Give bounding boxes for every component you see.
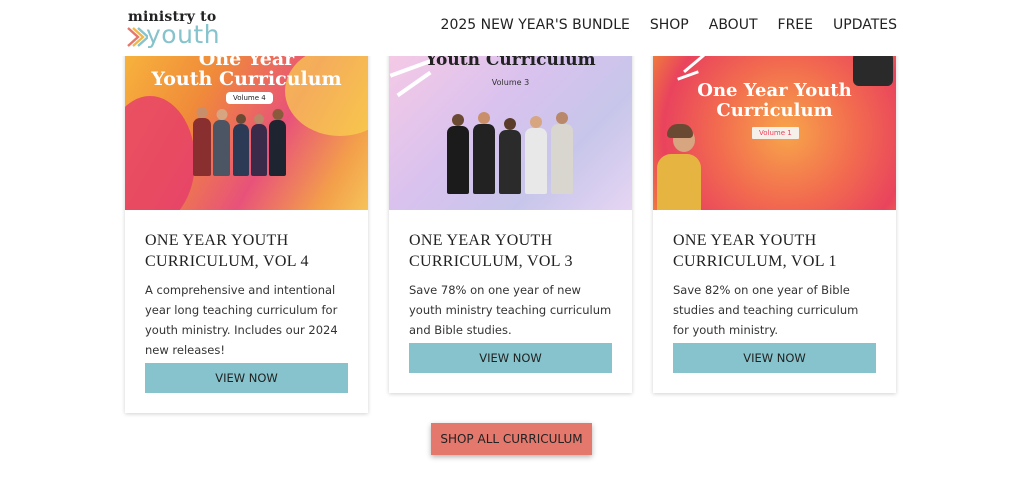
view-now-button[interactable]: VIEW NOW <box>673 343 876 373</box>
product-image-vol4[interactable]: One Year Youth Curriculum Volume 4 <box>125 56 368 210</box>
product-card-vol4: One Year Youth Curriculum Volume 4 ONE Y… <box>125 40 368 413</box>
student-image <box>653 124 713 210</box>
site-logo[interactable]: ministry to youth <box>126 8 226 52</box>
image-title-line2: Youth Curriculum <box>151 68 342 90</box>
product-description: A comprehensive and intentional year lon… <box>145 283 338 357</box>
site-header: ministry to youth 2025 NEW YEAR'S BUNDLE… <box>0 0 1024 56</box>
nav-item-shop[interactable]: SHOP <box>650 17 689 33</box>
students-group-image <box>447 112 575 194</box>
product-image-vol3[interactable]: Youth Curriculum Volume 3 <box>389 56 632 210</box>
students-group-image <box>193 106 303 176</box>
product-image-vol1[interactable]: One Year Youth Curriculum Volume 1 <box>653 56 896 210</box>
main-nav: 2025 NEW YEAR'S BUNDLE SHOP ABOUT FREE U… <box>441 17 897 33</box>
logo-text-bottom: youth <box>146 20 221 49</box>
image-title-line1: One Year Youth <box>697 80 852 101</box>
image-volume-label: Volume 1 <box>752 127 799 139</box>
product-title[interactable]: ONE YEAR YOUTH CURRICULUM, VOL 4 <box>145 230 348 272</box>
image-title-line2: Curriculum <box>716 100 833 121</box>
image-title-line1: Youth Curriculum <box>425 56 596 70</box>
view-now-button[interactable]: VIEW NOW <box>409 343 612 373</box>
image-volume-label: Volume 4 <box>226 92 273 104</box>
nav-item-new-years-bundle[interactable]: 2025 NEW YEAR'S BUNDLE <box>441 17 630 33</box>
nav-item-about[interactable]: ABOUT <box>709 17 758 33</box>
image-volume-label: Volume 3 <box>491 78 530 87</box>
shop-all-curriculum-button[interactable]: SHOP ALL CURRICULUM <box>431 423 592 455</box>
nav-item-free[interactable]: FREE <box>778 17 813 33</box>
product-title[interactable]: ONE YEAR YOUTH CURRICULUM, VOL 3 <box>409 230 612 272</box>
product-description: Save 82% on one year of Bible studies an… <box>673 283 859 337</box>
product-card-vol1: One Year Youth Curriculum Volume 1 ONE Y… <box>653 40 896 393</box>
nav-item-updates[interactable]: UPDATES <box>833 17 897 33</box>
view-now-button[interactable]: VIEW NOW <box>145 363 348 393</box>
product-title[interactable]: ONE YEAR YOUTH CURRICULUM, VOL 1 <box>673 230 876 272</box>
chevron-stripes-icon <box>127 27 148 47</box>
product-description: Save 78% on one year of new youth minist… <box>409 283 612 337</box>
product-card-vol3: Youth Curriculum Volume 3 ONE YEAR YOUTH… <box>389 40 632 393</box>
